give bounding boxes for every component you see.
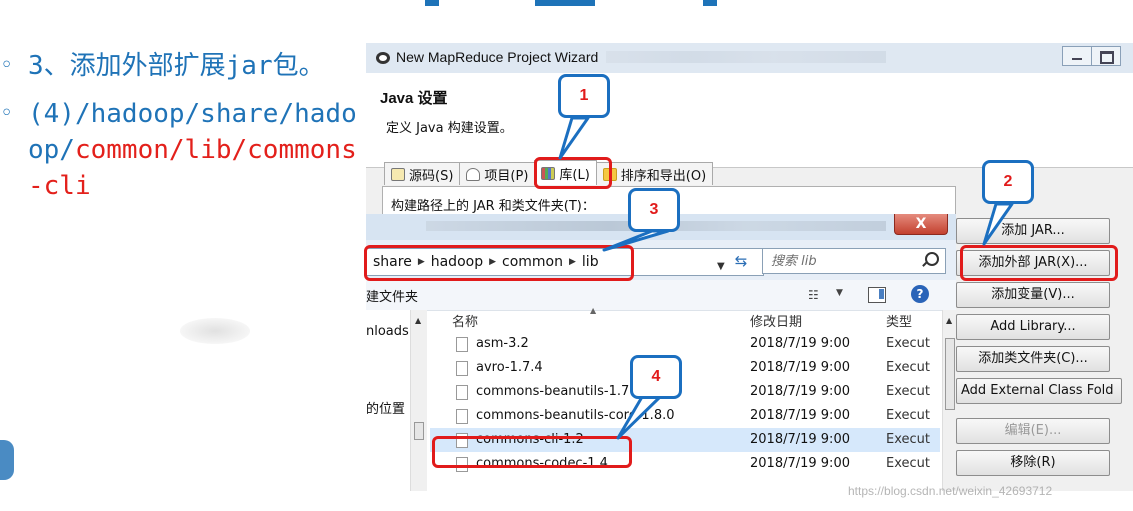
callout-2: 2	[982, 160, 1034, 204]
callout-1: 1	[558, 74, 610, 118]
watermark: https://blog.csdn.net/weixin_42693712	[848, 484, 1053, 498]
callout-4: 4	[630, 355, 682, 399]
callout-3: 3	[628, 188, 680, 232]
